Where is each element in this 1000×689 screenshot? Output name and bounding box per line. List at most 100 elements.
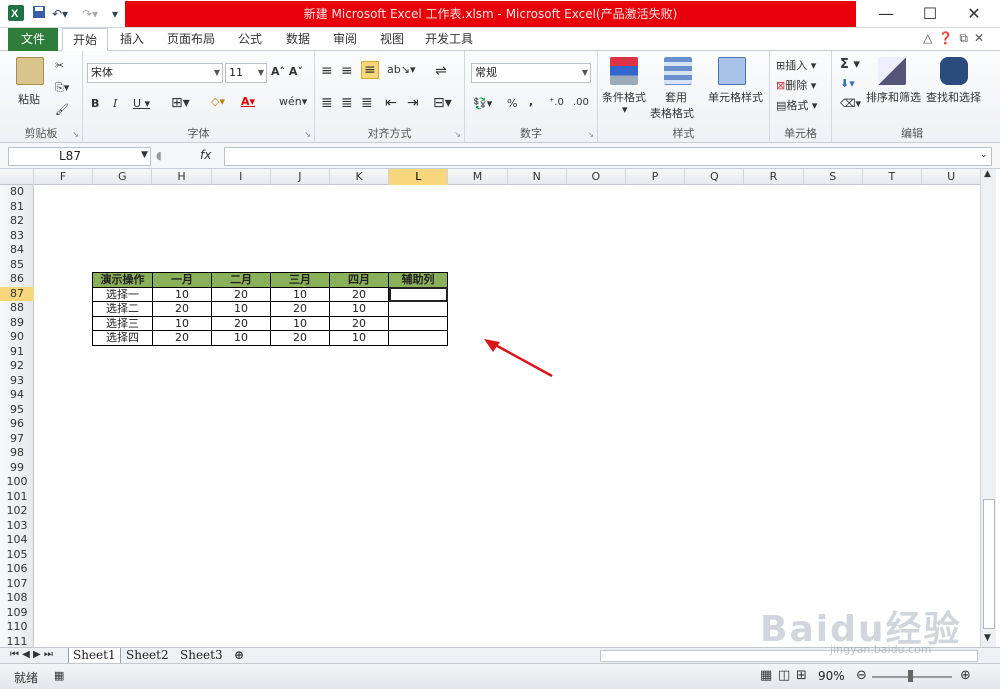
table-cell[interactable]: 10 [329, 301, 389, 317]
column-header[interactable]: I [212, 169, 271, 185]
undo-icon[interactable]: ↶▾ [52, 5, 68, 23]
row-header[interactable]: 96 [0, 417, 34, 432]
row-header[interactable]: 103 [0, 519, 34, 534]
macro-record-icon[interactable]: ▦ [54, 669, 64, 682]
font-color-icon[interactable]: A▾ [241, 95, 255, 108]
tab-page-layout[interactable]: 页面布局 [162, 28, 220, 51]
close-workbook-icon[interactable]: ✕ [974, 31, 990, 45]
maximize-button[interactable]: ☐ [910, 2, 950, 26]
format-cells-button[interactable]: ▤格式 ▾ [776, 97, 817, 113]
table-cell[interactable]: 20 [329, 286, 389, 302]
conditional-format-dropdown-icon[interactable]: ▾ [622, 103, 628, 116]
zoom-out-icon[interactable]: ⊖ [856, 668, 867, 683]
column-header[interactable]: R [744, 169, 804, 185]
bold-button[interactable]: B [91, 97, 99, 110]
column-header[interactable]: T [863, 169, 922, 185]
table-cell[interactable]: 10 [329, 330, 389, 346]
restore-icon[interactable]: ⧉ [959, 31, 974, 45]
column-header[interactable]: O [567, 169, 626, 185]
increase-indent-icon[interactable]: ⇥ [407, 95, 419, 111]
insert-function-button[interactable]: fx [200, 148, 211, 162]
row-header[interactable]: 108 [0, 591, 34, 606]
zoom-level[interactable]: 90% [818, 669, 845, 683]
borders-icon[interactable]: ⊞▾ [171, 95, 190, 111]
column-header[interactable]: L [389, 169, 449, 185]
table-cell[interactable]: 20 [270, 301, 330, 317]
sort-filter-button[interactable]: 排序和筛选 [866, 89, 921, 105]
align-center-icon[interactable]: ≣ [341, 95, 353, 111]
row-header[interactable]: 85 [0, 258, 34, 273]
table-header-cell[interactable]: 一月 [152, 272, 212, 288]
table-header-cell[interactable]: 四月 [329, 272, 389, 288]
currency-icon[interactable]: 💱▾ [473, 97, 492, 110]
row-header[interactable]: 110 [0, 620, 34, 635]
view-page-break-icon[interactable]: ⊞ [796, 668, 807, 683]
worksheet-grid[interactable]: FGHIJKLMNOPQRSTU 80 81 82 83 84 85 86 87 88 89 90 9… [0, 169, 980, 647]
table-header-cell[interactable]: 二月 [211, 272, 271, 288]
row-header[interactable]: 80 [0, 185, 34, 200]
select-all-corner[interactable] [0, 169, 34, 185]
merge-center-icon[interactable]: ⊟▾ [433, 95, 452, 111]
find-select-button[interactable]: 查找和选择 [926, 89, 981, 105]
formula-bar-expand-icon[interactable]: ⌄ [980, 150, 988, 160]
row-header[interactable]: 82 [0, 214, 34, 229]
table-cell[interactable]: 选择二 [92, 301, 153, 317]
clear-icon[interactable]: ⌫▾ [840, 97, 861, 110]
formula-input[interactable] [224, 147, 992, 166]
phonetic-icon[interactable]: wén▾ [279, 95, 307, 108]
number-launcher-icon[interactable]: ↘ [587, 130, 594, 139]
row-header[interactable]: 93 [0, 374, 34, 389]
percent-button[interactable]: % [507, 97, 517, 110]
table-cell[interactable]: 20 [329, 315, 389, 331]
table-cell[interactable] [388, 315, 448, 331]
vertical-scroll-thumb[interactable] [983, 499, 995, 629]
tab-home[interactable]: 开始 [62, 28, 108, 52]
row-header[interactable]: 99 [0, 461, 34, 476]
italic-button[interactable]: I [113, 97, 117, 110]
row-header[interactable]: 98 [0, 446, 34, 461]
fill-icon[interactable]: ⬇▾ [840, 77, 855, 90]
autosum-button[interactable]: Σ ▾ [840, 57, 860, 72]
align-right-icon[interactable]: ≣ [361, 95, 373, 111]
zoom-in-icon[interactable]: ⊕ [960, 668, 971, 683]
orientation-icon[interactable]: ab↘▾ [387, 63, 415, 76]
underline-button[interactable]: U ▾ [133, 97, 150, 110]
table-cell[interactable]: 20 [152, 301, 212, 317]
row-header[interactable]: 100 [0, 475, 34, 490]
grow-font-icon[interactable]: A˄ A˅ [271, 65, 303, 78]
sheet-tab-sheet2[interactable]: Sheet2 [122, 648, 173, 664]
row-header[interactable]: 84 [0, 243, 34, 258]
column-header[interactable]: P [626, 169, 686, 185]
row-header[interactable]: 92 [0, 359, 34, 374]
row-header[interactable]: 89 [0, 316, 34, 331]
sheet-tab-sheet3[interactable]: Sheet3 [176, 648, 227, 664]
row-header[interactable]: 83 [0, 229, 34, 244]
sheet-tab-sheet1[interactable]: Sheet1 [68, 648, 121, 664]
copy-icon[interactable]: ⎘▾ [55, 81, 69, 95]
minimize-button[interactable]: — [866, 2, 906, 26]
cut-icon[interactable]: ✂ [55, 59, 64, 72]
help-icon[interactable]: ❓ [938, 31, 959, 45]
format-as-table-label-1[interactable]: 套用 [665, 89, 687, 105]
save-icon[interactable] [32, 5, 46, 23]
scroll-down-icon[interactable]: ▼ [984, 633, 991, 643]
format-painter-icon[interactable]: 🖌 [55, 103, 69, 116]
column-header[interactable]: J [271, 169, 330, 185]
row-header[interactable]: 104 [0, 533, 34, 548]
tab-insert[interactable]: 插入 [112, 28, 152, 51]
row-header[interactable]: 87 [0, 286, 34, 301]
row-header[interactable]: 102 [0, 504, 34, 519]
redo-icon[interactable]: ↷▾ [82, 5, 98, 23]
align-left-icon[interactable]: ≣ [321, 95, 333, 111]
zoom-slider-knob[interactable] [908, 670, 913, 682]
scroll-up-icon[interactable]: ▲ [984, 169, 991, 179]
paste-icon[interactable] [16, 57, 44, 85]
table-header-cell[interactable]: 演示操作 [92, 272, 153, 288]
font-size-combo[interactable]: 11 ▼ [225, 63, 267, 83]
row-header[interactable]: 97 [0, 432, 34, 447]
tab-data[interactable]: 数据 [278, 28, 318, 51]
row-header[interactable]: 105 [0, 548, 34, 563]
insert-cells-button[interactable]: ⊞插入 ▾ [776, 57, 816, 73]
insert-sheet-icon[interactable]: ⊕ [230, 648, 248, 664]
table-header-cell[interactable]: 三月 [270, 272, 330, 288]
